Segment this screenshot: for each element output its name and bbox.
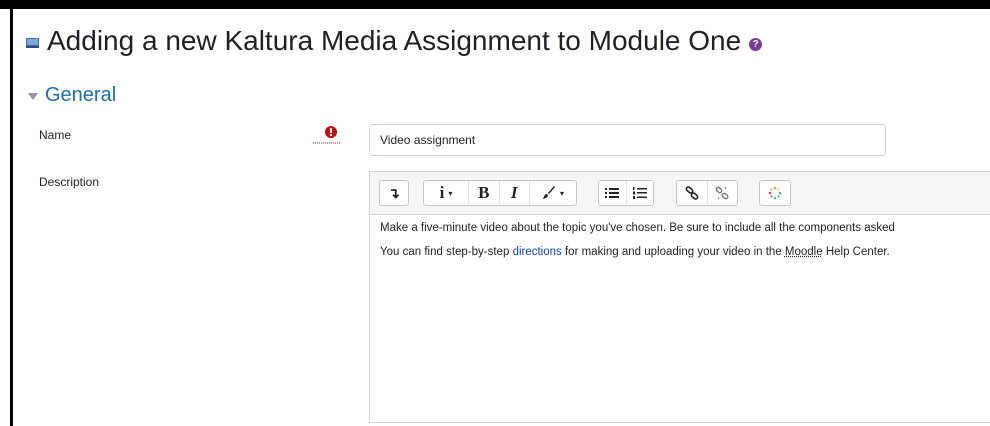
- kaltura-embed-button[interactable]: [760, 181, 790, 205]
- section-general-toggle[interactable]: General: [28, 84, 116, 107]
- page-title: Adding a new Kaltura Media Assignment to…: [26, 24, 763, 58]
- description-editor[interactable]: ↴ i ▾ B I ▾ Make a five-minute video abo…: [369, 171, 990, 423]
- bold-button[interactable]: B: [469, 181, 500, 205]
- toolbar-group-text-style: i ▾ B I ▾: [423, 180, 577, 206]
- description-paragraph-1: Make a five-minute video about the topic…: [380, 222, 895, 234]
- page-title-text: Adding a new Kaltura Media Assignment to…: [47, 25, 742, 56]
- link-icon: [685, 186, 699, 200]
- toolbar-group-collapse: ↴: [379, 180, 409, 206]
- toolbar-group-lists: [598, 180, 654, 206]
- description-label: Description: [39, 175, 100, 189]
- italic-icon: I: [510, 183, 518, 202]
- editor-content[interactable]: Make a five-minute video about the topic…: [370, 215, 990, 275]
- collapse-caret-icon: [28, 93, 38, 100]
- help-icon[interactable]: ?: [749, 37, 763, 51]
- unlink-icon: [715, 186, 729, 200]
- font-color-dropdown[interactable]: ▾: [530, 181, 576, 205]
- section-general-label: General: [45, 84, 117, 106]
- info-icon: i: [439, 183, 445, 202]
- link-button[interactable]: [677, 181, 708, 205]
- dropdown-caret-icon: ▾: [448, 188, 453, 198]
- directions-link[interactable]: directions: [513, 246, 562, 258]
- kaltura-media-icon: [26, 37, 39, 48]
- paragraph-style-dropdown[interactable]: i ▾: [424, 181, 470, 205]
- show-more-buttons[interactable]: ↴: [380, 181, 408, 205]
- top-border: [0, 0, 990, 9]
- brush-icon: [542, 186, 555, 199]
- ordered-list-button[interactable]: [627, 181, 654, 205]
- dropdown-caret-icon: ▾: [559, 188, 564, 198]
- description-paragraph-2: You can find step-by-step directions for…: [380, 246, 890, 258]
- name-input[interactable]: [369, 124, 886, 156]
- unordered-list-icon: [605, 188, 620, 198]
- left-border: [10, 9, 13, 426]
- bold-icon: B: [478, 183, 490, 202]
- paragraph-toggle-icon: ↴: [388, 184, 400, 201]
- unordered-list-button[interactable]: [599, 181, 627, 205]
- unlink-button[interactable]: [708, 181, 738, 205]
- toolbar-group-links: [676, 180, 738, 206]
- toolbar-group-kaltura: [759, 180, 791, 206]
- required-icon: [313, 126, 341, 144]
- moodle-abbr: Moodle: [784, 246, 823, 258]
- ordered-list-icon: [632, 187, 647, 199]
- italic-button[interactable]: I: [500, 181, 530, 205]
- kaltura-sparkle-icon: [768, 186, 782, 200]
- name-label: Name: [39, 128, 72, 142]
- editor-toolbar: ↴ i ▾ B I ▾: [370, 172, 990, 215]
